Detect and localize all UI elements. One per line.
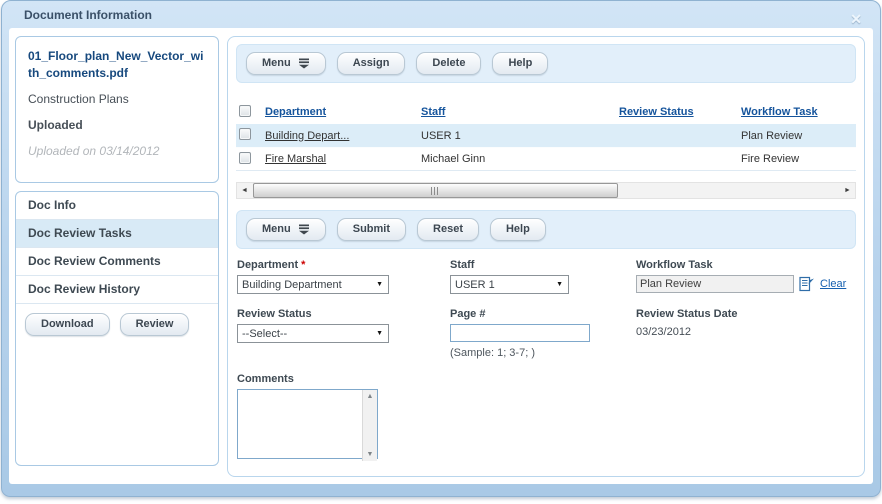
document-uploaded-note: Uploaded on 03/14/2012 [28,144,206,158]
row-department-link[interactable]: Building Depart... [265,130,421,142]
menu-dropdown-icon [298,224,310,235]
doc-review-tasks-panel: Menu Assign Delete Help Department Staff [227,36,865,477]
menu-button-label: Menu [262,223,291,235]
row-department-link[interactable]: Fire Marshal [265,153,421,165]
department-select[interactable]: Building Department ▼ [237,275,389,294]
sidebar-actions: Download Review [16,304,218,345]
column-header-review-status[interactable]: Review Status [619,106,741,118]
document-status: Uploaded [28,118,206,132]
submit-button[interactable]: Submit [337,218,406,241]
workflow-task-label: Workflow Task [636,259,856,271]
delete-button[interactable]: Delete [416,52,481,75]
tasks-help-button[interactable]: Help [492,52,548,75]
workflow-task-row: Clear [636,275,856,293]
tasks-menu-button[interactable]: Menu [246,52,326,75]
scroll-left-icon[interactable]: ◄ [237,183,252,198]
table-row[interactable]: Building Depart... USER 1 Plan Review [236,124,856,147]
review-status-field: Review Status --Select-- ▼ [237,308,450,359]
row-workflow-task: Fire Review [741,153,856,165]
sidebar-nav: Doc Info Doc Review Tasks Doc Review Com… [15,191,219,466]
sidebar-item-doc-review-comments[interactable]: Doc Review Comments [16,248,218,276]
table-row[interactable]: Fire Marshal Michael Ginn Fire Review [236,147,856,170]
dialog-titlebar[interactable]: Document Information ✕ [2,1,880,28]
menu-button-label: Menu [262,57,291,69]
department-select-value: Building Department [242,279,342,291]
tasks-toolbar: Menu Assign Delete Help [236,44,856,83]
review-status-label: Review Status [237,308,450,320]
scroll-right-icon[interactable]: ► [840,183,855,198]
workflow-task-field: Workflow Task Clear [636,259,856,294]
document-information-dialog: Document Information ✕ 01_Floor_plan_New… [1,0,881,497]
row-staff: USER 1 [421,130,619,142]
page-number-input[interactable] [450,324,590,342]
review-status-date-label: Review Status Date [636,308,856,320]
review-status-date-field: Review Status Date 03/23/2012 [636,308,856,359]
horizontal-scrollbar[interactable]: ◄ ► [236,182,856,199]
chevron-down-icon: ▼ [376,330,383,337]
row-staff: Michael Ginn [421,153,619,165]
assign-button[interactable]: Assign [337,52,406,75]
clear-link[interactable]: Clear [820,278,846,290]
sidebar-item-doc-review-history[interactable]: Doc Review History [16,276,218,304]
document-summary-card: 01_Floor_plan_New_Vector_with_comments.p… [15,36,219,183]
review-status-date-value: 03/23/2012 [636,326,856,338]
column-header-department[interactable]: Department [265,106,421,118]
department-label: Department* [237,259,450,271]
document-category: Construction Plans [28,92,206,106]
chevron-down-icon: ▼ [376,281,383,288]
page-number-label: Page # [450,308,636,320]
form-toolbar: Menu Submit Reset Help [236,210,856,249]
pick-from-list-icon[interactable] [798,276,815,293]
document-filename: 01_Floor_plan_New_Vector_with_comments.p… [28,48,206,82]
scroll-up-icon[interactable]: ▲ [363,390,377,403]
sidebar-item-doc-info[interactable]: Doc Info [16,192,218,220]
staff-field: Staff USER 1 ▼ [450,259,636,294]
column-header-workflow-task[interactable]: Workflow Task [741,106,856,118]
review-status-select[interactable]: --Select-- ▼ [237,324,389,343]
row-workflow-task: Plan Review [741,130,856,142]
scrollbar-thumb[interactable] [253,183,618,198]
required-asterisk: * [301,259,305,271]
dialog-content: 01_Floor_plan_New_Vector_with_comments.p… [9,28,873,484]
form-spacer [450,373,636,462]
workflow-task-input[interactable] [636,275,794,293]
form-spacer [636,373,856,462]
comments-field: Comments ▲ ▼ [237,373,450,462]
review-task-form: Department* Building Department ▼ Staff … [236,259,856,462]
form-menu-button[interactable]: Menu [246,218,326,241]
sidebar: 01_Floor_plan_New_Vector_with_comments.p… [15,36,219,476]
menu-dropdown-icon [298,58,310,69]
scrollbar-track[interactable] [252,183,840,198]
vertical-scrollbar[interactable]: ▲ ▼ [362,390,377,461]
comments-textarea-wrap: ▲ ▼ [237,389,378,462]
scroll-down-icon[interactable]: ▼ [363,448,377,461]
review-button[interactable]: Review [120,313,190,336]
department-field: Department* Building Department ▼ [237,259,450,294]
download-button[interactable]: Download [25,313,110,336]
column-header-staff[interactable]: Staff [421,106,619,118]
review-tasks-table: Department Staff Review Status Workflow … [236,100,856,171]
staff-select[interactable]: USER 1 ▼ [450,275,569,294]
comments-label: Comments [237,373,450,385]
staff-select-value: USER 1 [455,279,495,291]
dialog-title: Document Information [24,8,152,22]
comments-textarea[interactable] [237,389,378,459]
row-checkbox-cell [239,152,265,167]
sidebar-item-doc-review-tasks[interactable]: Doc Review Tasks [16,220,218,248]
page-number-hint: (Sample: 1; 3-7; ) [450,347,636,359]
table-header-row: Department Staff Review Status Workflow … [236,100,856,124]
chevron-down-icon: ▼ [556,281,563,288]
header-checkbox-cell [239,105,265,120]
row-checkbox-cell [239,128,265,143]
form-help-button[interactable]: Help [490,218,546,241]
department-label-text: Department [237,259,298,271]
review-status-select-value: --Select-- [242,328,287,340]
scrollbar-grip-icon [431,187,439,195]
row-checkbox[interactable] [239,152,251,164]
row-checkbox[interactable] [239,128,251,140]
reset-button[interactable]: Reset [417,218,479,241]
select-all-checkbox[interactable] [239,105,251,117]
staff-label: Staff [450,259,636,271]
page-number-field: Page # (Sample: 1; 3-7; ) [450,308,636,359]
